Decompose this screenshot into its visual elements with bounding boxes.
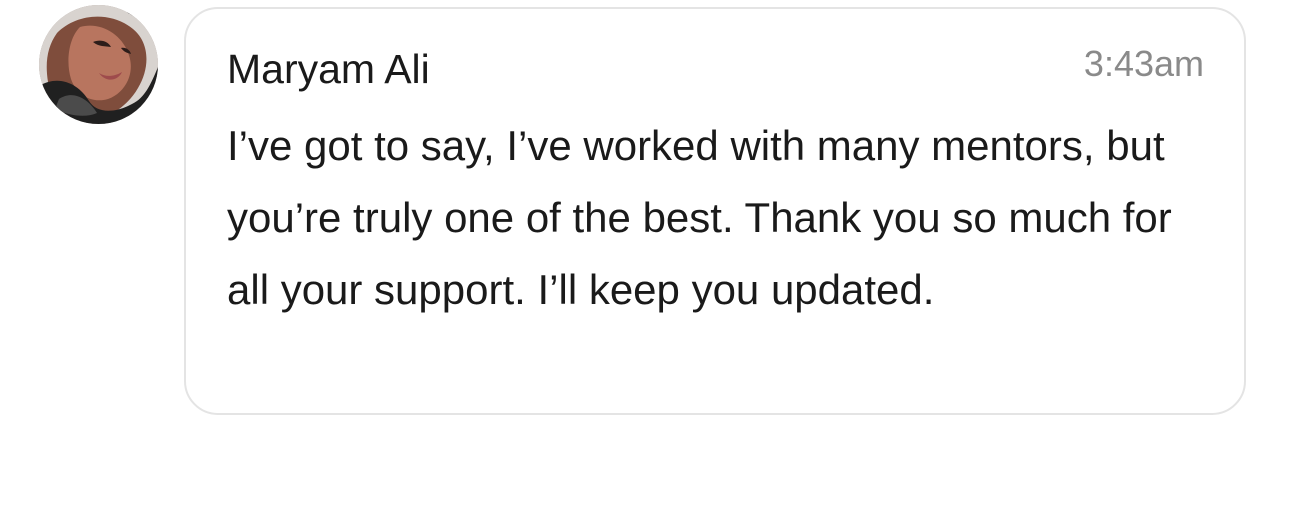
message-text: I’ve got to say, I’ve worked with many m… xyxy=(227,122,1172,313)
message-bubble[interactable]: Maryam Ali 3:43am I’ve got to say, I’ve … xyxy=(184,7,1246,415)
profile-photo-icon xyxy=(39,5,158,124)
chat-message: Maryam Ali 3:43am I’ve got to say, I’ve … xyxy=(0,0,1290,508)
message-timestamp: 3:43am xyxy=(1083,43,1204,84)
sender-name: Maryam Ali xyxy=(227,46,430,92)
avatar[interactable] xyxy=(39,5,158,124)
